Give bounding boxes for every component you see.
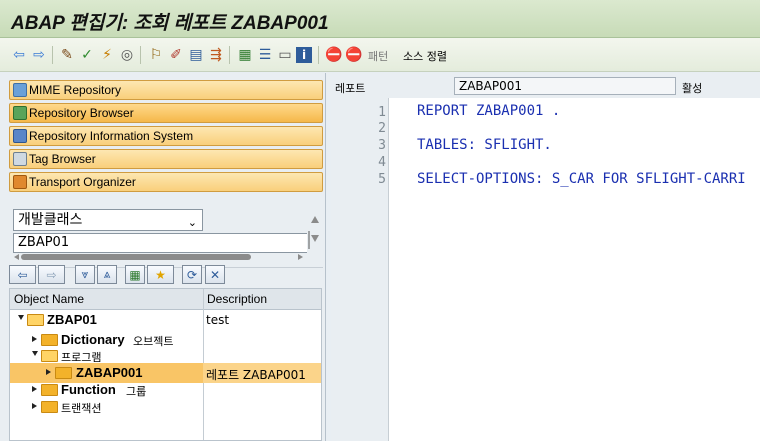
check-icon[interactable]: ✓: [78, 46, 96, 64]
line-number: 2: [378, 121, 386, 136]
application-toolbar: ⇦ ⇨ ✎ ✓ ⚡ ◎ ⚐ ✐ ▤ ⇶ ▦ ☰ ▭ i ⛔ ⛔ 패턴 소스 정렬: [0, 38, 760, 72]
collapse-arrow-icon[interactable]: [32, 336, 37, 342]
line-number-gutter: 1 2 3 4 5: [331, 98, 389, 441]
activation-status: 활성: [682, 82, 703, 95]
nav-repository-information-system[interactable]: Repository Information System: [9, 126, 323, 146]
tree-header: Object Name Description: [10, 289, 321, 310]
nav-label: MIME Repository: [29, 83, 122, 97]
tree-node-label: ZBAP01: [47, 312, 97, 327]
tree-row[interactable]: 트랜잭션: [10, 397, 321, 417]
expand-arrow-icon[interactable]: [18, 315, 24, 320]
nav-label: Tag Browser: [29, 152, 96, 166]
navigation-window-icon[interactable]: ▤: [187, 46, 205, 64]
column-header-object-name[interactable]: Object Name: [14, 292, 84, 306]
scroll-left-icon[interactable]: [13, 253, 21, 261]
breakpoint-icon[interactable]: ☰: [256, 46, 274, 64]
tree-node-label: Function: [61, 382, 116, 397]
toolbar-separator: [318, 46, 319, 64]
line-number: 4: [378, 155, 386, 170]
where-used-icon[interactable]: ⚐: [147, 46, 165, 64]
info-system-icon: [13, 129, 27, 143]
tree-node-label: Dictionary: [61, 332, 125, 347]
scroll-up-icon[interactable]: [311, 216, 319, 223]
chevron-down-icon: ⌄: [187, 216, 197, 229]
tree-node-label: ZABAP001: [76, 365, 143, 380]
stop-icon[interactable]: ⛔: [325, 46, 343, 64]
expand-arrow-icon[interactable]: [32, 351, 38, 356]
object-name-value: ZBAP01: [18, 235, 70, 250]
hierarchy-icon[interactable]: ▦: [125, 265, 145, 284]
close-icon[interactable]: ✕: [205, 265, 225, 284]
collapse-all-icon[interactable]: ⩔: [75, 265, 95, 284]
toolbar-separator: [229, 46, 230, 64]
object-tree: Object Name Description ZBAP01 test Dict…: [9, 288, 322, 441]
folder-open-icon: [27, 314, 44, 326]
hierarchy-icon[interactable]: ▦: [236, 46, 254, 64]
pretty-printer-button[interactable]: 소스 정렬: [403, 48, 447, 64]
code-line[interactable]: TABLES: SFLIGHT.: [417, 137, 552, 153]
nav-repository-browser[interactable]: Repository Browser: [9, 103, 323, 123]
tree-node-description: test: [206, 313, 230, 327]
info-icon[interactable]: i: [296, 47, 312, 63]
pattern-button[interactable]: 패턴: [368, 48, 388, 64]
toolbar-separator: [52, 46, 53, 64]
code-line[interactable]: SELECT-OPTIONS: S_CAR FOR SFLIGHT-CARRI: [417, 171, 746, 187]
scroll-right-icon[interactable]: [296, 253, 304, 261]
code-line[interactable]: REPORT ZABAP001 .: [417, 103, 560, 119]
scroll-thumb[interactable]: [21, 254, 251, 260]
nav-label: Repository Information System: [29, 129, 194, 143]
vertical-scrollbar[interactable]: [308, 213, 322, 249]
collapse-arrow-icon[interactable]: [46, 369, 51, 375]
nav-label: Transport Organizer: [29, 175, 136, 189]
folder-open-icon: [41, 350, 58, 362]
object-type-select[interactable]: 개발클래스 ⌄: [13, 209, 203, 231]
back-icon[interactable]: ⇦: [10, 46, 28, 64]
refresh-icon[interactable]: ⟳: [182, 265, 202, 284]
object-type-value: 개발클래스: [18, 212, 83, 228]
horizontal-scrollbar[interactable]: [13, 253, 307, 261]
title-bar: ABAP 편집기: 조회 레포트 ZABAP001: [0, 0, 760, 38]
back-nav-icon[interactable]: ⇦: [9, 265, 36, 284]
tree-node-label: 트랜잭션: [61, 403, 102, 415]
code-editor[interactable]: 1 2 3 4 5 REPORT ZABAP001 . TABLES: SFLI…: [331, 98, 760, 441]
report-label: 레포트: [335, 82, 366, 95]
report-name-field[interactable]: ZABAP001: [454, 77, 676, 95]
tree-row[interactable]: ZBAP01 test: [10, 310, 321, 330]
expand-all-icon[interactable]: ⩓: [97, 265, 117, 284]
favorites-icon[interactable]: ★: [147, 265, 174, 284]
object-list-icon[interactable]: ✐: [167, 46, 185, 64]
forward-nav-icon[interactable]: ⇨: [38, 265, 65, 284]
line-number: 1: [378, 105, 386, 120]
forward-icon[interactable]: ⇨: [30, 46, 48, 64]
display-change-icon[interactable]: ✎: [58, 46, 76, 64]
layout-icon[interactable]: ▭: [276, 46, 294, 64]
line-number: 5: [378, 172, 386, 187]
column-header-description[interactable]: Description: [207, 292, 267, 306]
activate-icon[interactable]: ⚡: [98, 46, 116, 64]
display-object-list-icon[interactable]: ⇶: [207, 46, 225, 64]
folder-icon: [55, 367, 72, 379]
folder-icon: [41, 384, 58, 396]
report-name-value: ZABAP001: [459, 79, 523, 93]
nav-mime-repository[interactable]: MIME Repository: [9, 80, 323, 100]
nav-transport-organizer[interactable]: Transport Organizer: [9, 172, 323, 192]
mime-icon: [13, 83, 27, 97]
test-icon[interactable]: ◎: [118, 46, 136, 64]
collapse-arrow-icon[interactable]: [32, 403, 37, 409]
nav-label: Repository Browser: [29, 106, 134, 120]
line-number: 3: [378, 138, 386, 153]
folder-icon: [41, 401, 58, 413]
nav-tag-browser[interactable]: Tag Browser: [9, 149, 323, 169]
repository-browser-icon: [13, 106, 27, 120]
editor-header: 레포트 ZABAP001 활성: [326, 73, 760, 98]
tag-icon: [13, 152, 27, 166]
window-title: ABAP 편집기: 조회 레포트 ZABAP001: [11, 13, 329, 34]
toolbar-separator: [140, 46, 141, 64]
stop-icon[interactable]: ⛔: [345, 46, 363, 64]
collapse-arrow-icon[interactable]: [32, 386, 37, 392]
object-name-input[interactable]: ZBAP01: [13, 233, 307, 253]
folder-icon: [41, 334, 58, 346]
scroll-down-icon[interactable]: [311, 235, 319, 242]
truck-icon: [13, 175, 27, 189]
